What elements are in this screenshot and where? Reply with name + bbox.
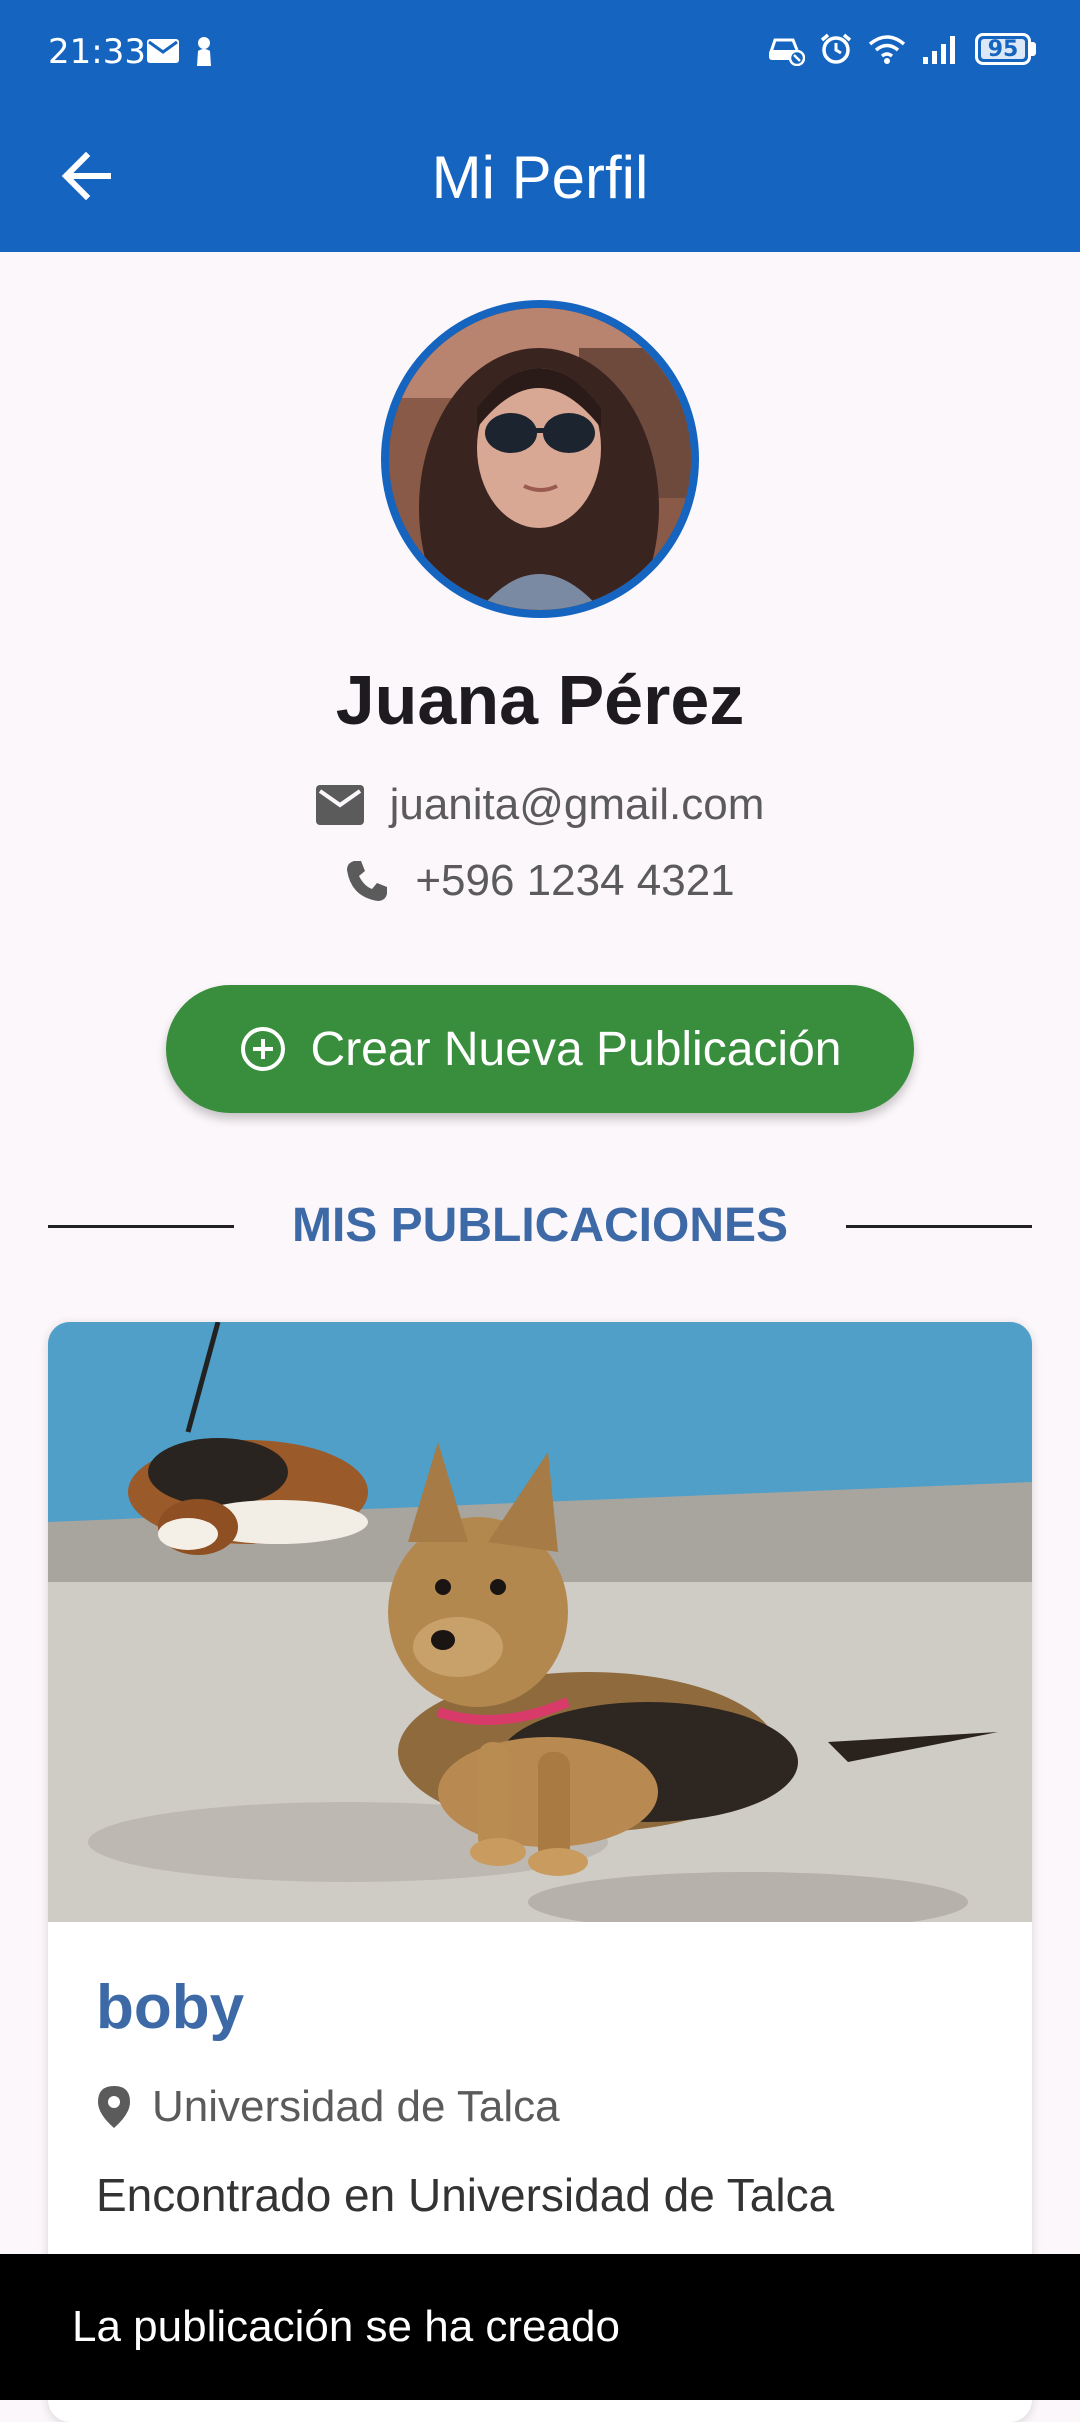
add-circle-icon <box>240 1027 285 1071</box>
battery-level: 95 <box>987 36 1019 62</box>
wifi-icon <box>868 35 906 64</box>
status-system-icons: 95 <box>767 32 1036 66</box>
status-bar: 21:33 95 <box>0 0 1080 104</box>
avatar-photo <box>389 308 691 610</box>
phone-text: +596 1234 4321 <box>415 856 735 905</box>
battery-icon: 95 <box>975 33 1036 65</box>
post-title: boby <box>96 1973 245 2042</box>
post-location-text: Universidad de Talca <box>152 2082 560 2131</box>
alarm-icon <box>820 33 852 64</box>
profile-name: Juana Pérez <box>335 661 745 739</box>
page-title: Mi Perfil <box>431 144 649 211</box>
person-icon <box>197 37 211 66</box>
phone-row: +596 1234 4321 <box>0 856 1080 906</box>
avatar <box>389 308 691 610</box>
car-mode-icon <box>769 38 805 66</box>
email-text: juanita@gmail.com <box>389 780 765 829</box>
status-time: 21:33 <box>48 32 146 72</box>
app-bar: Mi Perfil <box>0 104 1080 252</box>
status-notification-icons <box>146 36 214 66</box>
avatar-ring <box>381 300 699 618</box>
email-icon <box>315 785 364 825</box>
section-header: MIS PUBLICACIONES <box>48 1190 1032 1262</box>
create-button-label: Crear Nueva Publicación <box>310 1022 842 1076</box>
post-description: Encontrado en Universidad de Talca <box>96 2169 835 2221</box>
snackbar-message: La publicación se ha creado <box>72 2302 620 2351</box>
create-publication-button[interactable]: Crear Nueva Publicación <box>166 985 914 1113</box>
snackbar: La publicación se ha creado <box>0 2254 1080 2400</box>
post-location: Universidad de Talca <box>96 2082 560 2132</box>
divider-right <box>846 1225 1032 1228</box>
mail-icon <box>147 39 179 63</box>
phone-icon <box>347 861 388 901</box>
email-row: juanita@gmail.com <box>0 780 1080 830</box>
post-image <box>48 1322 1032 1922</box>
location-pin-icon <box>98 2086 130 2128</box>
signal-icon <box>923 36 955 64</box>
